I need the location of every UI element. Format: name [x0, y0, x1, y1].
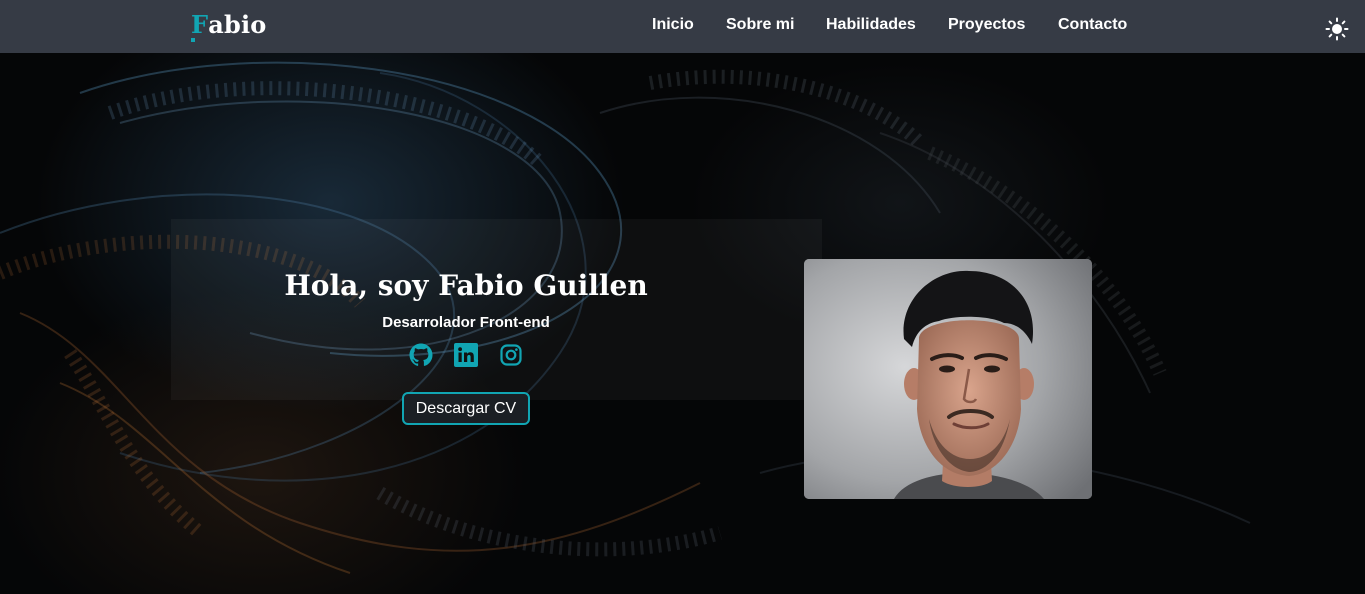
profile-photo [804, 259, 1092, 499]
sun-icon [1325, 17, 1349, 41]
portrait-image [804, 259, 1092, 499]
nav-item-inicio[interactable]: Inicio [652, 15, 694, 35]
linkedin-link[interactable] [454, 343, 478, 367]
nav-item-sobre-mi[interactable]: Sobre mi [726, 15, 794, 35]
linkedin-icon [454, 343, 478, 367]
instagram-icon [500, 344, 522, 366]
social-links [409, 343, 524, 369]
nav-item-habilidades[interactable]: Habilidades [826, 15, 916, 35]
nav-item-contacto[interactable]: Contacto [1058, 15, 1127, 35]
nav-item-proyectos[interactable]: Proyectos [948, 15, 1025, 35]
instagram-link[interactable] [499, 343, 523, 367]
github-icon [409, 343, 433, 366]
theme-toggle-button[interactable] [1325, 17, 1349, 41]
nav-menu: Inicio Sobre mi Habilidades Proyectos Co… [0, 0, 1365, 53]
hero-text-backdrop [171, 219, 822, 400]
github-link[interactable] [409, 343, 433, 367]
download-cv-button[interactable]: Descargar CV [402, 392, 530, 425]
navbar: Fabio Inicio Sobre mi Habilidades Proyec… [0, 0, 1365, 53]
hero-title: Hola, soy Fabio Guillen [284, 269, 648, 302]
hero-section: Hola, soy Fabio Guillen Desarrolador Fro… [0, 53, 1365, 594]
hero-subtitle: Desarrolador Front-end [382, 314, 550, 331]
